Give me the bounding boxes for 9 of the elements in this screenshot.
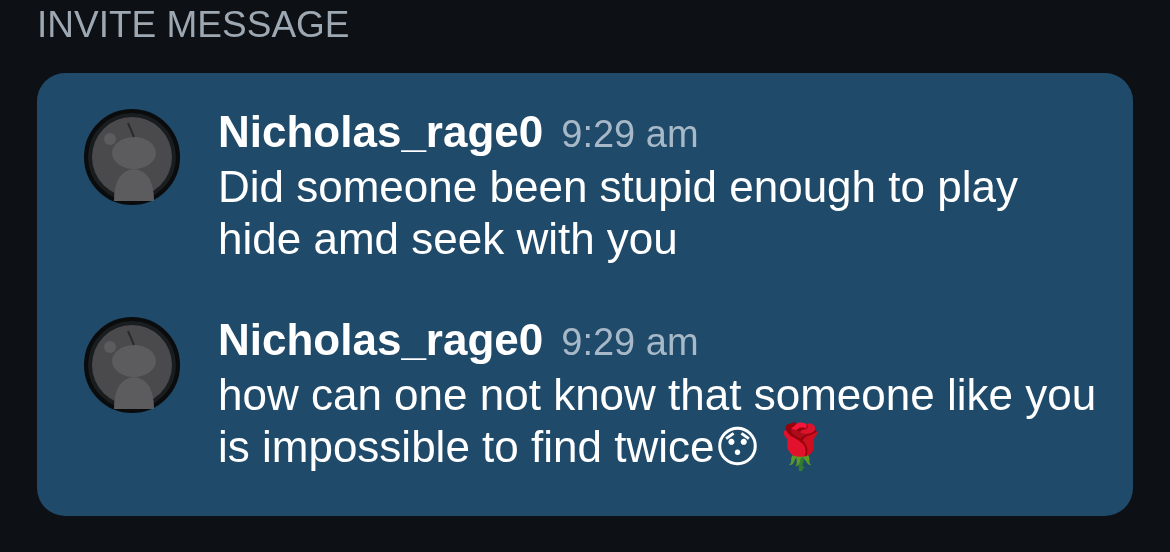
timestamp: 9:29 am [561,320,699,365]
avatar-icon [84,109,180,205]
author-name: Nicholas_rage0 [218,314,544,366]
message-text: how can one not know that someone like you is impossible to find twice😯 🌹 [218,369,1098,473]
message-text: Did someone been stupid enough to play hide amd seek with you [218,161,1019,265]
timestamp: 9:29 am [561,112,699,157]
author-name: Nicholas_rage0 [218,106,544,158]
avatar-icon [84,317,180,413]
section-title: INVITE MESSAGE [36,3,350,47]
